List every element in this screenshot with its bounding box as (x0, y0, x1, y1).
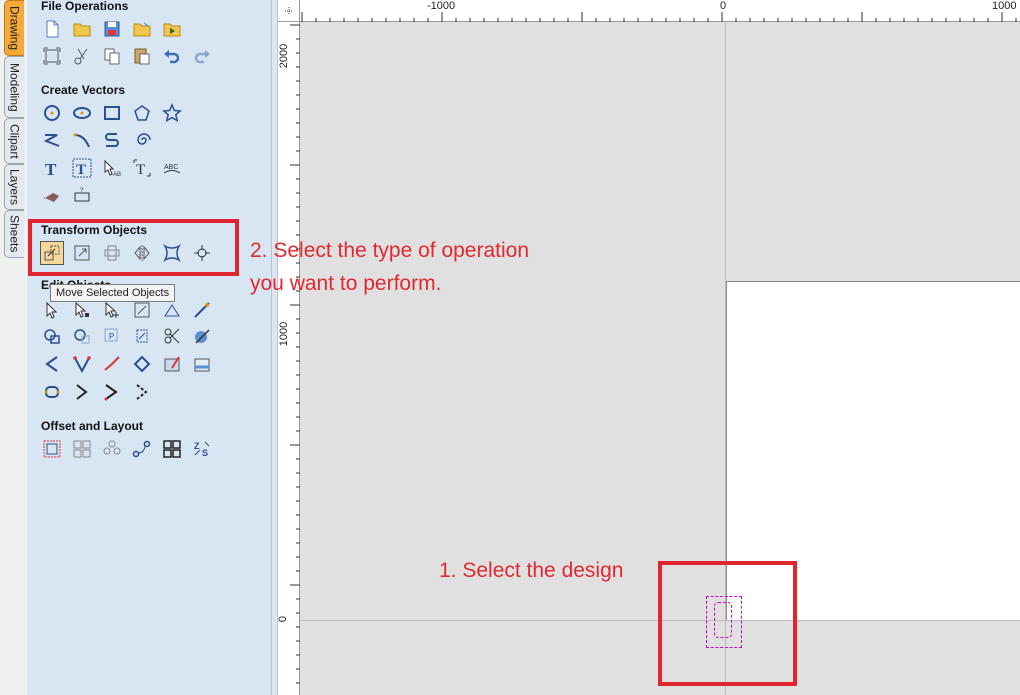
svg-text:T: T (136, 162, 145, 178)
ruler-label-2000: 2000 (278, 43, 291, 69)
group-icon[interactable]: P (100, 324, 124, 348)
cut-icon[interactable] (70, 44, 94, 68)
polyline-icon[interactable] (40, 128, 64, 152)
join-icon[interactable] (40, 324, 64, 348)
file-ops-row-2 (40, 44, 220, 68)
text-on-curve-icon[interactable]: AB (100, 156, 124, 180)
fit-curves-icon[interactable] (130, 352, 154, 376)
measure-icon[interactable]: ? (70, 184, 94, 208)
trim-icon[interactable] (160, 324, 184, 348)
vectors-row-4: ? (40, 184, 100, 208)
text-arc-icon[interactable]: ABC (160, 156, 184, 180)
open-folder-2-icon[interactable] (130, 17, 154, 41)
offset-row: ZS (40, 437, 220, 461)
annotation-box-design (658, 561, 797, 686)
vertical-tab-strip: Drawing Modeling Clipart Layers Sheets (0, 0, 27, 695)
ruler-label-1000: 1000 (992, 0, 1017, 12)
section-offset-layout: Offset and Layout (41, 419, 144, 433)
import-icon[interactable] (160, 17, 184, 41)
vertex-icon[interactable] (70, 352, 94, 376)
svg-text:ABC: ABC (164, 164, 178, 171)
annotation-step-2: 2. Select the type of operation you want… (250, 239, 530, 295)
ruler-label-0-v: 0 (277, 615, 290, 623)
panel-splitter[interactable] (271, 0, 278, 695)
tab-clipart[interactable]: Clipart (4, 118, 24, 164)
svg-text:P: P (109, 332, 114, 341)
ruler-label-1000-v: 1000 (278, 321, 291, 347)
ellipse-icon[interactable] (70, 101, 94, 125)
curve-icon[interactable] (100, 128, 124, 152)
section-file-operations: File Operations (41, 0, 129, 13)
array-copy-icon[interactable] (70, 437, 94, 461)
tab-modeling[interactable]: Modeling (4, 56, 24, 118)
image-icon[interactable] (190, 352, 214, 376)
line-smooth-icon[interactable] (100, 352, 124, 376)
svg-text:T: T (45, 160, 57, 178)
circular-array-icon[interactable] (100, 437, 124, 461)
copy-icon[interactable] (100, 44, 124, 68)
move-selected-objects-tooltip: Move Selected Objects (50, 284, 176, 302)
ruler-label-minus-1000: -1000 (427, 0, 456, 12)
spiral-icon[interactable] (130, 128, 154, 152)
annotation-step-1: 1. Select the design (439, 559, 624, 582)
text-block-icon[interactable]: T (70, 156, 94, 180)
vertical-ruler: 2000 1000 0 (277, 22, 300, 695)
grid-icon[interactable] (160, 437, 184, 461)
paste-icon[interactable] (130, 44, 154, 68)
offset-icon[interactable] (40, 437, 64, 461)
circle-icon[interactable] (40, 101, 64, 125)
edit-row-4 (40, 380, 160, 404)
annotation-box-transform (28, 219, 239, 276)
section-create-vectors: Create Vectors (41, 83, 126, 97)
svg-text:AB: AB (113, 172, 121, 178)
svg-text:T: T (76, 162, 86, 178)
corner-icon[interactable] (40, 352, 64, 376)
vector-texture-icon[interactable] (160, 352, 184, 376)
tab-drawing[interactable]: Drawing (4, 0, 24, 56)
rectangle-icon[interactable] (100, 101, 124, 125)
nest-parts-icon[interactable]: ZS (190, 437, 214, 461)
polygon-icon[interactable] (130, 101, 154, 125)
vectors-row-3: T T AB T ABC (40, 156, 190, 180)
chevron-icon[interactable] (70, 380, 94, 404)
fit-view-icon[interactable] (40, 44, 64, 68)
svg-text:Z: Z (194, 441, 200, 451)
close-vector-icon[interactable] (70, 324, 94, 348)
arc-icon[interactable] (70, 128, 94, 152)
vectors-row-1 (40, 101, 190, 125)
fillet-icon[interactable] (190, 324, 214, 348)
tab-layers[interactable]: Layers (4, 164, 24, 210)
ruler-corner (278, 0, 300, 22)
ruler-label-0: 0 (720, 0, 727, 12)
nesting-icon[interactable] (130, 437, 154, 461)
tab-sheets[interactable]: Sheets (4, 210, 24, 258)
new-file-icon[interactable] (40, 17, 64, 41)
ungroup-icon[interactable] (130, 324, 154, 348)
redo-icon[interactable] (190, 44, 214, 68)
star-icon[interactable] (160, 101, 184, 125)
save-icon[interactable] (100, 17, 124, 41)
closed-node-icon[interactable] (40, 380, 64, 404)
text-icon[interactable]: T (40, 156, 64, 180)
open-folder-icon[interactable] (70, 17, 94, 41)
vectors-row-2 (40, 128, 160, 152)
svg-text:S: S (202, 448, 208, 458)
text-auto-layout-icon[interactable]: T (130, 156, 154, 180)
dimension-icon[interactable] (40, 184, 64, 208)
file-ops-row-1 (40, 17, 190, 41)
dotted-curve-icon[interactable] (130, 380, 154, 404)
arrow-curve-icon[interactable] (100, 380, 124, 404)
edit-row-2: P (40, 324, 220, 348)
smooth-icon[interactable] (190, 298, 214, 322)
edit-row-3 (40, 352, 220, 376)
undo-icon[interactable] (160, 44, 184, 68)
horizontal-ruler: -1000 0 1000 (300, 0, 1020, 22)
